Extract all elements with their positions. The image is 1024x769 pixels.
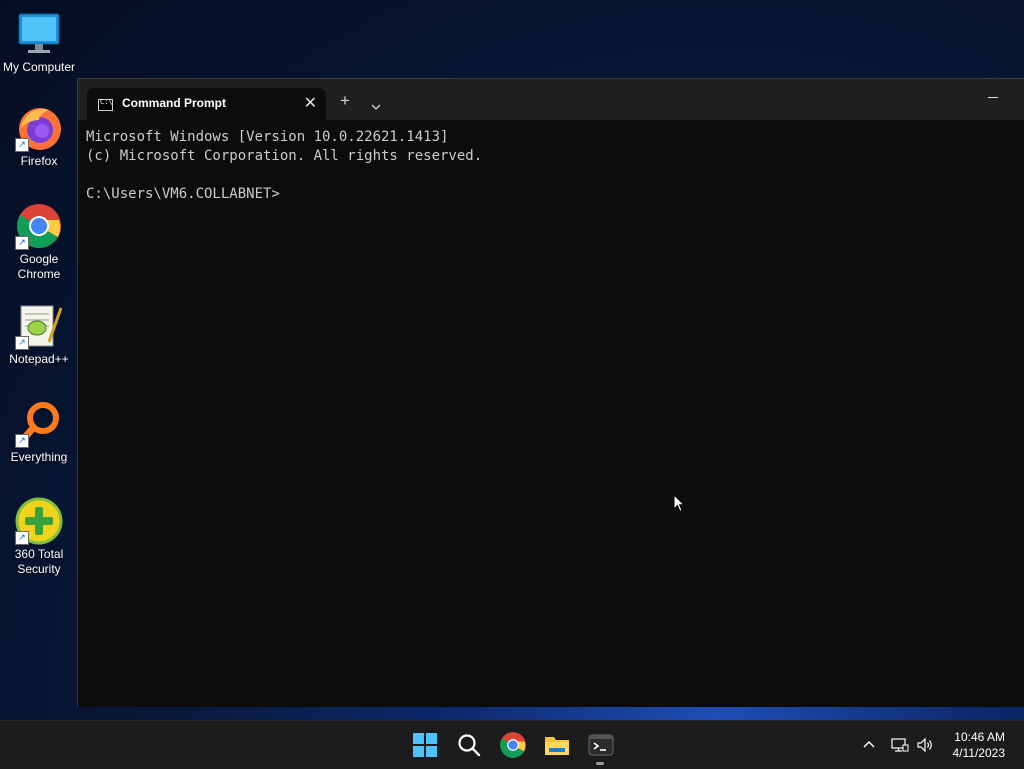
minimize-button[interactable] [988,97,998,98]
file-explorer-icon[interactable] [543,731,571,759]
tab-title: Command Prompt [122,96,227,110]
chevron-up-icon[interactable] [862,737,876,756]
monitor-icon [15,10,63,58]
speaker-icon[interactable] [916,737,934,758]
console-prompt[interactable]: C:\Users\VM6.COLLABNET> [86,185,1015,204]
mouse-cursor-icon [673,493,686,518]
desktop-icon-label: Google Chrome [17,252,61,281]
chrome-icon: ↗ [15,202,63,250]
active-app-indicator [596,762,604,765]
desktop-icon-label: Notepad++ [9,352,69,366]
taskbar: 10:46 AM 4/11/2023 [0,720,1024,769]
desktop-icon-label: My Computer [2,60,76,74]
desktop-icon-360-total-security[interactable]: ↗ 360 Total Security [0,497,78,577]
cmd-icon: C:\ [98,98,113,111]
terminal-window[interactable]: C:\ Command Prompt ✕ + Microsoft Windows… [77,78,1024,707]
console-line: Microsoft Windows [Version 10.0.22621.14… [86,129,449,145]
firefox-icon: ↗ [15,104,63,152]
start-icon[interactable] [411,731,439,759]
desktop-icon-label: 360 Total Security [14,547,64,576]
desktop-icon-my-computer[interactable]: My Computer [0,10,78,75]
desktop-icon-label: Firefox [20,154,58,168]
network-icon[interactable] [891,737,909,758]
security-360-icon: ↗ [15,497,63,545]
clock[interactable]: 10:46 AM 4/11/2023 [953,729,1006,761]
console-output[interactable]: Microsoft Windows [Version 10.0.22621.14… [86,128,1015,697]
notepadpp-icon: ↗ [15,302,63,350]
tab-command-prompt[interactable]: C:\ Command Prompt ✕ [87,88,326,120]
search-icon[interactable] [455,731,483,759]
clock-date: 4/11/2023 [952,746,1006,760]
everything-search-icon: ↗ [15,400,63,448]
chevron-down-icon[interactable] [371,97,381,115]
chrome-icon[interactable] [499,731,527,759]
desktop-icon-notepadpp[interactable]: ↗ Notepad++ [0,302,78,367]
title-bar[interactable]: C:\ Command Prompt ✕ + [78,79,1024,120]
desktop-icon-label: Everything [10,450,68,464]
console-line: (c) Microsoft Corporation. All rights re… [86,148,483,164]
new-tab-button[interactable]: + [340,92,350,109]
clock-time: 10:46 AM [954,730,1005,744]
desktop-icon-firefox[interactable]: ↗ Firefox [0,104,78,169]
desktop-icon-everything[interactable]: ↗ Everything [0,400,78,465]
terminal-icon[interactable] [587,731,615,759]
desktop-icon-google-chrome[interactable]: ↗ Google Chrome [0,202,78,282]
close-tab-icon[interactable]: ✕ [304,93,317,113]
